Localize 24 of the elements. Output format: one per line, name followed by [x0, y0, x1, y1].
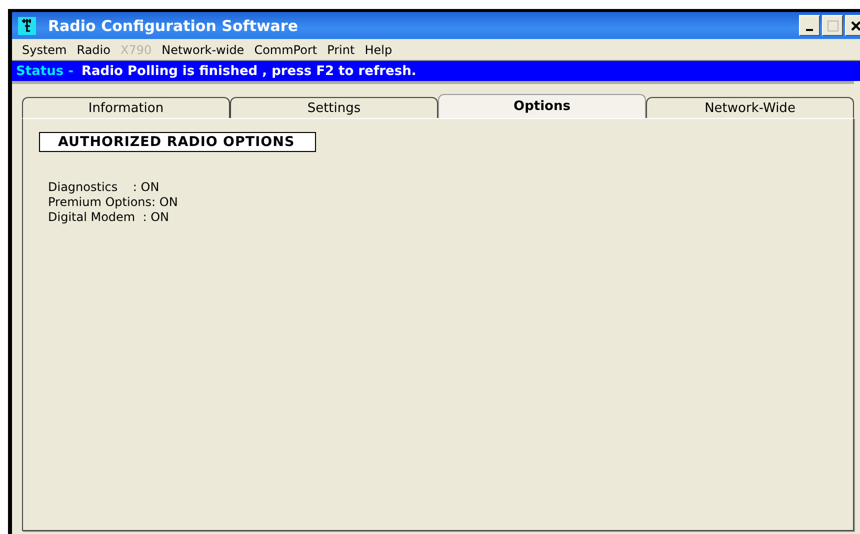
menu-item[interactable]: System — [18, 42, 73, 56]
option-status: Diagnostics : ON — [48, 180, 160, 195]
menu-item[interactable]: Network-wide — [158, 42, 250, 56]
close-button[interactable] — [845, 15, 860, 36]
tab[interactable]: Settings — [230, 97, 438, 118]
status-message: Radio Polling is finished , press F2 to refresh. — [81, 64, 416, 78]
close-icon — [850, 20, 860, 30]
maximize-icon — [826, 20, 838, 32]
antenna-icon — [18, 16, 36, 34]
menu-item[interactable]: Radio — [72, 42, 116, 56]
section-heading: AUTHORIZED RADIO OPTIONS — [39, 132, 316, 152]
tab[interactable]: Information — [22, 97, 230, 118]
menu-item[interactable]: Print — [323, 42, 361, 56]
minimize-button[interactable] — [799, 15, 820, 36]
status-label: Status - — [16, 64, 74, 78]
tab[interactable]: Network-Wide — [646, 97, 854, 118]
window-title: Radio Configuration Software — [48, 16, 299, 34]
option-status: Premium Options: ON — [48, 195, 179, 210]
minimize-icon — [806, 28, 813, 30]
menu-item[interactable]: CommPort — [250, 42, 324, 56]
menu-item[interactable]: Help — [360, 42, 398, 56]
maximize-button[interactable] — [822, 15, 843, 36]
option-status: Digital Modem : ON — [48, 210, 170, 225]
tab[interactable]: Options — [438, 94, 646, 118]
